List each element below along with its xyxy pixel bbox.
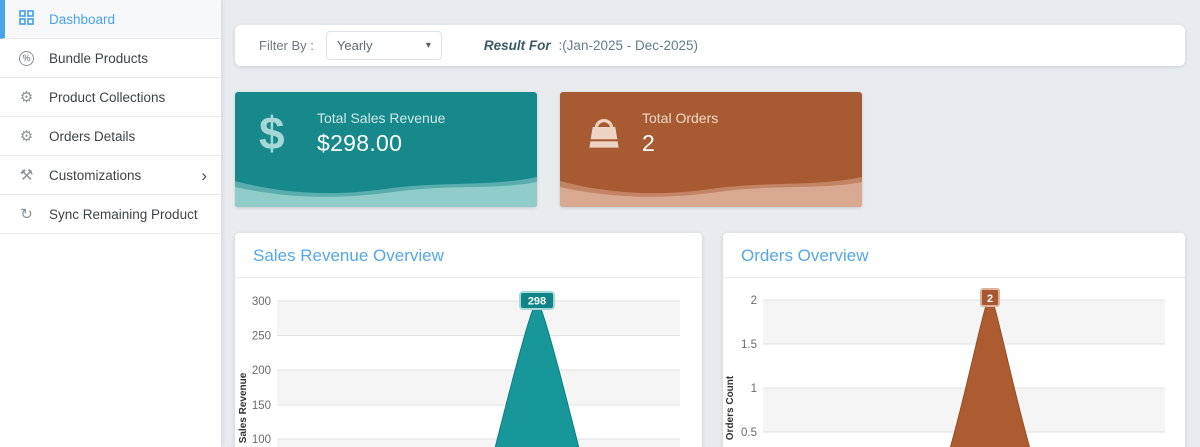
sync-icon: ↻: [20, 205, 33, 223]
stat-value: 2: [642, 129, 656, 156]
gear-icon: ⚙: [19, 88, 34, 106]
total-orders-content: Total Orders 2: [560, 92, 862, 174]
peak-data-label: 298: [519, 291, 555, 310]
ytick: 1.5: [741, 339, 757, 351]
tools-icon: ⚒: [19, 166, 34, 184]
sidebar-item-bundle-products[interactable]: % Bundle Products: [0, 39, 221, 78]
stat-label: Total Orders: [642, 109, 719, 126]
wave-decoration: [235, 177, 537, 207]
chevron-right-icon: ›: [201, 165, 207, 185]
ytick: 0.5: [741, 427, 757, 439]
total-sales-revenue-card: $ Total Sales Revenue $298.00: [235, 92, 537, 207]
y-axis-label: Sales Revenue: [238, 372, 249, 443]
orders-chart[interactable]: 2 1.5 1 0.5 Orders Count 2: [723, 278, 1185, 447]
ytick: 2: [751, 295, 757, 307]
ytick: 300: [252, 296, 271, 308]
ytick: 150: [252, 400, 271, 412]
filter-period-select[interactable]: Yearly ▾: [325, 31, 442, 60]
filter-by-label: Filter By :: [259, 38, 314, 53]
y-tick-labels: 2 1.5 1 0.5: [741, 295, 757, 439]
filter-bar: Filter By : Yearly ▾ Result For :(Jan-20…: [235, 25, 1185, 66]
sidebar-item-product-collections[interactable]: ⚙ Product Collections: [0, 78, 221, 117]
chevron-down-icon: ▾: [425, 40, 431, 51]
sidebar-item-label: Dashboard: [49, 11, 116, 27]
chart-title: Orders Overview: [723, 233, 1185, 278]
stat-label: Total Sales Revenue: [317, 109, 446, 126]
y-axis-label: Orders Count: [725, 375, 736, 440]
ytick: 100: [252, 434, 271, 446]
filter-period-value: Yearly: [336, 38, 373, 53]
sidebar-item-orders-details[interactable]: ⚙ Orders Details: [0, 117, 221, 156]
sidebar: Dashboard % Bundle Products ⚙ Product Co…: [0, 0, 222, 447]
sidebar-item-customizations[interactable]: ⚒ Customizations ›: [0, 156, 221, 195]
sidebar-item-sync-remaining-product[interactable]: ↻ Sync Remaining Product: [0, 195, 221, 234]
gear-icon: ⚙: [19, 127, 34, 145]
sidebar-item-label: Product Collections: [49, 89, 166, 105]
peak-value: 298: [528, 296, 546, 308]
wave-decoration: [560, 177, 862, 207]
result-for-text: Result For :(Jan-2025 - Dec-2025): [484, 38, 698, 53]
chart-title: Sales Revenue Overview: [235, 233, 702, 278]
peak-value: 2: [987, 293, 993, 305]
sales-revenue-chart[interactable]: 300 250 200 150 100 Sales Revenue 298: [235, 278, 702, 447]
sidebar-item-label: Sync Remaining Product: [49, 206, 198, 222]
total-sales-revenue-content: $ Total Sales Revenue $298.00: [235, 92, 537, 174]
y-tick-labels: 300 250 200 150 100: [252, 296, 271, 446]
result-for-range: :(Jan-2025 - Dec-2025): [558, 38, 699, 53]
sidebar-item-label: Customizations: [49, 167, 142, 183]
sales-revenue-overview-card: Sales Revenue Overview 300 250 200 150 1…: [235, 233, 702, 447]
peak-data-label: 2: [980, 288, 1000, 307]
shopping-bag-icon: [584, 113, 642, 153]
total-orders-card: Total Orders 2: [560, 92, 862, 207]
percent-icon: %: [19, 50, 34, 66]
grid-icon: [17, 10, 36, 28]
sidebar-item-label: Orders Details: [49, 128, 136, 144]
sidebar-item-dashboard[interactable]: Dashboard: [0, 0, 221, 39]
ytick: 250: [252, 331, 271, 343]
sidebar-item-label: Bundle Products: [49, 50, 149, 66]
stat-value: $298.00: [317, 129, 403, 156]
plot-bands: [277, 301, 680, 447]
dollar-icon: $: [259, 107, 285, 159]
main-content: Filter By : Yearly ▾ Result For :(Jan-20…: [222, 0, 1200, 447]
ytick: 200: [252, 365, 271, 377]
stat-texts: Total Sales Revenue $298.00: [317, 110, 445, 157]
result-for-prefix: Result For: [483, 38, 551, 53]
orders-overview-card: Orders Overview 2 1.5 1 0.5 Orders Count: [723, 233, 1185, 447]
stat-texts: Total Orders 2: [642, 110, 718, 157]
ytick: 1: [751, 383, 757, 395]
